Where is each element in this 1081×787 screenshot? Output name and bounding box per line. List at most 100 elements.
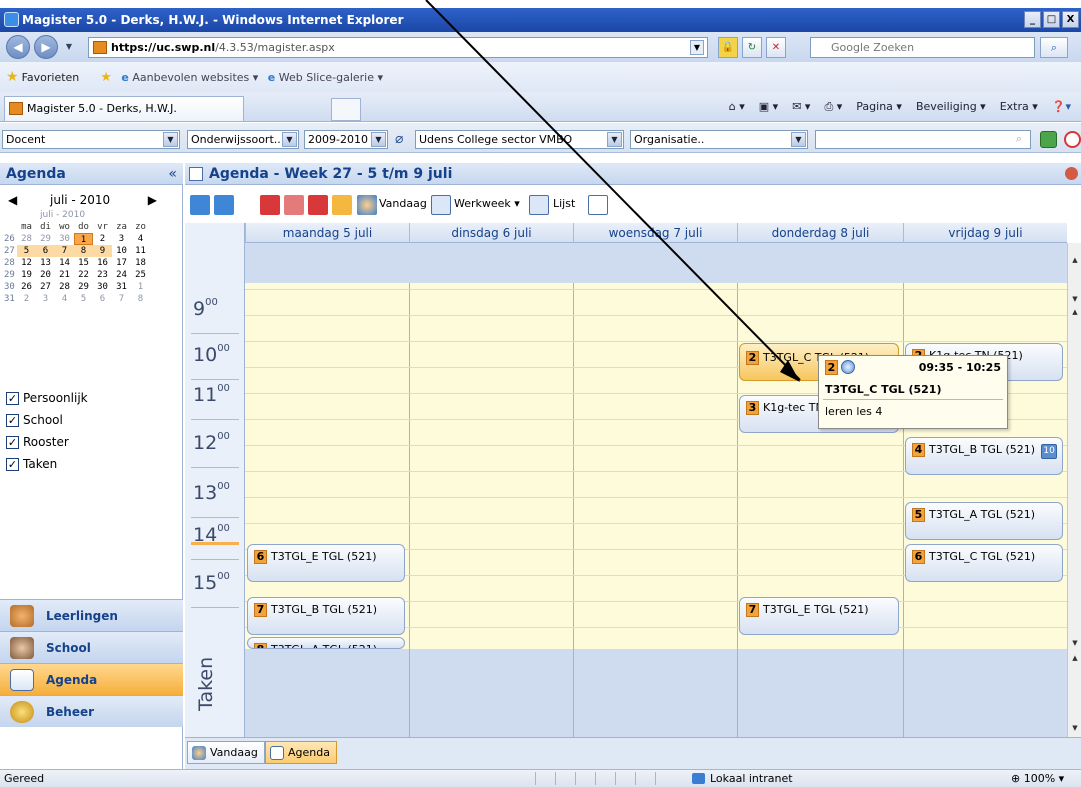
calendar-day[interactable]: 1 xyxy=(131,281,150,293)
calendar-day[interactable]: 24 xyxy=(112,269,131,281)
eraser-icon[interactable]: ⌀ xyxy=(395,131,403,147)
appointment[interactable]: 4 T3TGL_B TGL (521) 10 xyxy=(905,437,1063,475)
calendar-day[interactable]: 1 xyxy=(74,233,93,245)
calendar-day[interactable]: 14 xyxy=(55,257,74,269)
today-button[interactable]: Vandaag xyxy=(379,197,427,210)
day-header[interactable]: woensdag 7 juli xyxy=(573,223,737,243)
calendar-day[interactable]: 29 xyxy=(36,233,55,245)
suggested-sites-link[interactable]: Aanbevolen websites ▾ xyxy=(132,71,258,84)
scroll-up-icon[interactable]: ▲ xyxy=(1070,255,1080,265)
calendar-day[interactable]: 25 xyxy=(131,269,150,281)
week-number[interactable]: 31 xyxy=(4,293,17,305)
logout-icon[interactable] xyxy=(1064,131,1081,148)
calendar-day[interactable]: 16 xyxy=(93,257,112,269)
refresh-icon[interactable]: ↻ xyxy=(742,37,762,58)
calendar-day[interactable]: 6 xyxy=(36,245,55,257)
mail-icon[interactable]: ✉ ▾ xyxy=(792,97,810,117)
list-icon[interactable] xyxy=(529,195,549,215)
calendar-day[interactable]: 4 xyxy=(55,293,74,305)
calendar-day[interactable]: 27 xyxy=(36,281,55,293)
delete-appointment-icon[interactable] xyxy=(284,195,304,215)
scroll-down-icon[interactable]: ▼ xyxy=(1070,294,1080,304)
today-icon[interactable] xyxy=(357,195,377,215)
calendar-day[interactable]: 11 xyxy=(131,245,150,257)
week-number[interactable]: 28 xyxy=(4,257,17,269)
address-input[interactable]: https://uc.swp.nl/4.3.53/magister.aspx ▼ xyxy=(88,37,708,58)
calendar-day[interactable]: 20 xyxy=(36,269,55,281)
details-icon[interactable] xyxy=(588,195,608,215)
lock-icon[interactable]: 🔒 xyxy=(718,37,738,58)
calendar-day[interactable]: 18 xyxy=(131,257,150,269)
day-header[interactable]: donderdag 8 juli xyxy=(737,223,903,243)
calendar-day[interactable]: 8 xyxy=(131,293,150,305)
close-icon[interactable] xyxy=(1065,167,1078,180)
checkbox-checked-icon[interactable]: ✓ xyxy=(6,457,19,471)
calendar-day[interactable]: 6 xyxy=(93,293,112,305)
zoom-level[interactable]: ⊕ 100% ▾ xyxy=(1011,770,1064,787)
appointment[interactable]: 7 T3TGL_B TGL (521) xyxy=(247,597,405,635)
appointment[interactable]: 5 T3TGL_A TGL (521) xyxy=(905,502,1063,540)
previous-week-icon[interactable] xyxy=(190,195,210,215)
search-input[interactable]: Google Zoeken xyxy=(810,37,1035,58)
checkbox-checked-icon[interactable]: ✓ xyxy=(6,391,19,405)
role-select[interactable]: Docent ▼ xyxy=(2,130,180,149)
schooljaar-select[interactable]: 2009-2010 ▼ xyxy=(304,130,388,149)
calendar-day[interactable]: 8 xyxy=(74,245,93,257)
checkbox-checked-icon[interactable]: ✓ xyxy=(6,435,19,449)
workweek-icon[interactable] xyxy=(431,195,451,215)
tools-menu[interactable]: Extra ▾ xyxy=(1000,97,1038,117)
calendar-day[interactable]: 28 xyxy=(17,233,36,245)
close-window-button[interactable]: X xyxy=(1062,11,1079,28)
school-select[interactable]: Udens College sector VMBO ▼ xyxy=(415,130,624,149)
filter-taken[interactable]: ✓ Taken xyxy=(6,453,88,475)
calendar-day[interactable]: 13 xyxy=(36,257,55,269)
move-up-icon[interactable] xyxy=(308,195,328,215)
minimize-button[interactable]: _ xyxy=(1024,11,1041,28)
calendar-day[interactable]: 31 xyxy=(112,281,131,293)
calendar-day[interactable]: 7 xyxy=(112,293,131,305)
browser-tab[interactable]: Magister 5.0 - Derks, H.W.J. xyxy=(4,96,244,121)
calendar-day[interactable]: 17 xyxy=(112,257,131,269)
calendar-day[interactable]: 30 xyxy=(93,281,112,293)
tasks-zone[interactable] xyxy=(185,649,1081,737)
week-number[interactable]: 30 xyxy=(4,281,17,293)
tab-vandaag[interactable]: Vandaag xyxy=(187,741,265,764)
maximize-button[interactable]: □ xyxy=(1043,11,1060,28)
search-icon[interactable]: ⌕ xyxy=(1040,37,1068,58)
onderwijssoort-select[interactable]: Onderwijssoort.. ▼ xyxy=(187,130,299,149)
checkbox-checked-icon[interactable]: ✓ xyxy=(6,413,19,427)
feeds-icon[interactable]: ▣ ▾ xyxy=(759,97,778,117)
next-week-icon[interactable] xyxy=(214,195,234,215)
nav-beheer[interactable]: Beheer xyxy=(0,695,183,727)
calendar-day[interactable]: 10 xyxy=(112,245,131,257)
collapse-icon[interactable]: « xyxy=(168,163,177,185)
calendar-day[interactable]: 5 xyxy=(17,245,36,257)
calendar-day[interactable]: 5 xyxy=(74,293,93,305)
web-slice-link[interactable]: Web Slice-galerie ▾ xyxy=(279,71,383,84)
scroll-up-icon[interactable]: ▲ xyxy=(1070,307,1080,317)
nav-leerlingen[interactable]: Leerlingen xyxy=(0,599,183,631)
filter-persoonlijk[interactable]: ✓ Persoonlijk xyxy=(6,387,88,409)
calendar-day[interactable]: 22 xyxy=(74,269,93,281)
add-favorite-icon[interactable]: ★ xyxy=(100,70,112,85)
back-button[interactable]: ◀ xyxy=(6,35,30,59)
appointment[interactable]: 6 T3TGL_C TGL (521) xyxy=(905,544,1063,582)
app-search-input[interactable]: ⌕ xyxy=(815,130,1031,149)
tab-agenda[interactable]: Agenda xyxy=(265,741,337,764)
prev-month-icon[interactable]: ◀ xyxy=(8,189,17,211)
appointment[interactable]: 7 T3TGL_E TGL (521) xyxy=(739,597,899,635)
calendar-day[interactable]: 9 xyxy=(93,245,112,257)
recent-pages-icon[interactable]: ▼ xyxy=(62,42,76,52)
vertical-scrollbar[interactable]: ▲ ▼ ▲ ▼ ▲ ▼ xyxy=(1067,243,1081,737)
address-dropdown-icon[interactable]: ▼ xyxy=(690,40,704,55)
calendar-day[interactable]: 21 xyxy=(55,269,74,281)
new-tab-button[interactable] xyxy=(331,98,361,121)
add-appointment-icon[interactable] xyxy=(260,195,280,215)
favorites-button[interactable]: Favorieten xyxy=(22,71,80,84)
scroll-down-icon[interactable]: ▼ xyxy=(1070,638,1080,648)
calendar-day[interactable]: 26 xyxy=(17,281,36,293)
week-number[interactable]: 26 xyxy=(4,233,17,245)
next-month-icon[interactable]: ▶ xyxy=(148,189,157,211)
calendar-day[interactable]: 23 xyxy=(93,269,112,281)
favorites-star-icon[interactable]: ★ xyxy=(6,69,19,85)
